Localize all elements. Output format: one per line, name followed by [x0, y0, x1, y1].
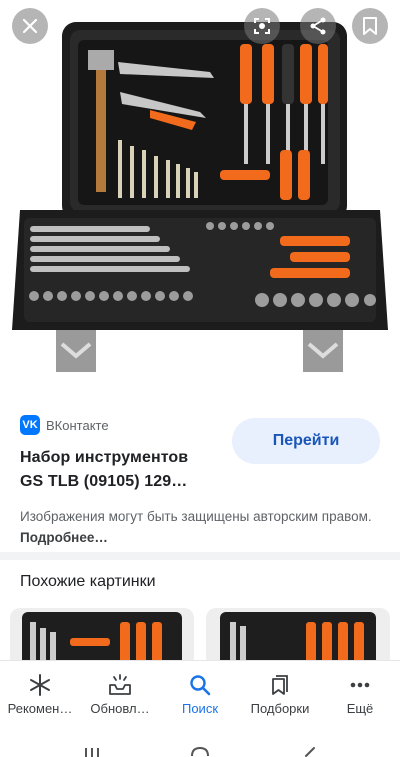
share-icon	[310, 17, 326, 35]
search-icon	[190, 675, 211, 696]
lens-icon	[254, 18, 270, 34]
bottom-navigation: Рекомен… Обновл… Поиск Подборки Ещё	[0, 660, 400, 730]
share-button[interactable]	[300, 8, 336, 44]
notice-more-link[interactable]: Подробнее…	[20, 530, 108, 545]
more-icon	[350, 682, 370, 688]
similar-images-heading: Похожие картинки	[20, 573, 156, 590]
nav-label-updates: Обновл…	[90, 701, 150, 716]
lens-button[interactable]	[244, 8, 280, 44]
tool-case-illustration	[12, 22, 388, 372]
bookmark-icon	[363, 17, 377, 35]
result-title[interactable]: Набор инструментов GS TLB (09105) 129…	[20, 446, 220, 494]
section-divider	[0, 552, 400, 560]
result-title-line2: GS TLB (09105) 129…	[20, 473, 188, 490]
nav-label-more: Ещё	[346, 701, 374, 716]
thumbnail-image-2	[206, 608, 390, 668]
visit-button[interactable]: Перейти	[232, 418, 380, 464]
nav-item-more[interactable]: Ещё	[320, 661, 400, 730]
back-icon[interactable]	[302, 746, 316, 757]
thumbnail-image-1	[10, 608, 194, 668]
asterisk-icon	[30, 674, 50, 696]
recent-apps-icon[interactable]	[84, 746, 100, 757]
nav-item-collections[interactable]: Подборки	[240, 661, 320, 730]
source-row[interactable]: VK ВКонтакте	[20, 415, 109, 435]
nav-label-collections: Подборки	[250, 701, 310, 716]
nav-label-discover: Рекомен…	[7, 701, 73, 716]
close-button[interactable]	[12, 8, 48, 44]
collections-icon	[272, 675, 288, 695]
similar-thumbnail-2[interactable]	[206, 608, 390, 668]
main-image[interactable]	[0, 0, 400, 392]
nav-item-updates[interactable]: Обновл…	[80, 661, 160, 730]
similar-thumbnail-1[interactable]	[10, 608, 194, 668]
nav-item-discover[interactable]: Рекомен…	[0, 661, 80, 730]
close-icon	[22, 18, 38, 34]
notice-text: Изображения могут быть защищены авторски…	[20, 509, 372, 524]
system-navigation-bar	[0, 730, 400, 757]
updates-icon	[109, 674, 131, 695]
vk-logo: VK	[20, 415, 40, 435]
source-name: ВКонтакте	[46, 417, 109, 433]
nav-item-search[interactable]: Поиск	[160, 661, 240, 730]
save-button[interactable]	[352, 8, 388, 44]
home-icon[interactable]	[190, 746, 210, 757]
nav-label-search: Поиск	[181, 701, 219, 716]
copyright-notice: Изображения могут быть защищены авторски…	[20, 506, 385, 548]
result-title-line1: Набор инструментов	[20, 449, 189, 466]
